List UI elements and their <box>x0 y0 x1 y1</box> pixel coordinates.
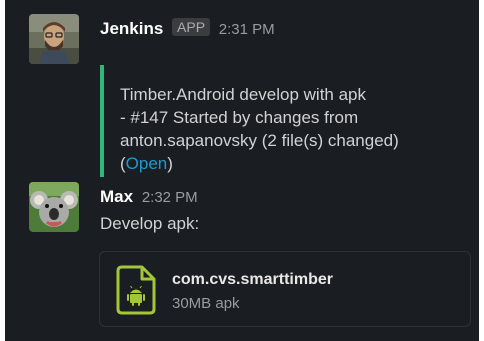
message-header-max: Max 2:32 PM <box>100 186 198 209</box>
message-jenkins: Jenkins APP 2:31 PM Timber.Android devel… <box>29 14 463 177</box>
avatar-jenkins[interactable] <box>29 14 79 64</box>
message-header-jenkins: Jenkins APP 2:31 PM <box>100 18 275 41</box>
paren: ) <box>167 154 173 173</box>
build-attachment: Timber.Android develop with apk - #147 S… <box>100 65 440 177</box>
file-attachment-card[interactable]: com.cvs.smarttimber 30MB apk <box>99 251 471 327</box>
message-text: Develop apk: <box>100 214 200 233</box>
open-link[interactable]: Open <box>126 154 168 173</box>
file-name[interactable]: com.cvs.smarttimber <box>172 270 333 290</box>
author-name[interactable]: Max <box>100 187 133 206</box>
chat-pane: Jenkins APP 2:31 PM Timber.Android devel… <box>0 0 484 341</box>
avatar-max[interactable] <box>29 182 79 232</box>
file-meta: 30MB apk <box>172 295 240 312</box>
koala-avatar-icon <box>29 182 79 232</box>
timestamp[interactable]: 2:31 PM <box>219 21 275 38</box>
attachment-line: anton.sapanovsky (2 file(s) changed) <box>120 131 399 150</box>
timestamp[interactable]: 2:32 PM <box>142 189 198 206</box>
app-badge: APP <box>172 18 211 36</box>
author-name[interactable]: Jenkins <box>100 19 163 38</box>
attachment-line: - #147 Started by changes from <box>120 108 359 127</box>
android-file-icon <box>116 265 156 315</box>
attachment-line: Timber.Android develop with apk <box>120 85 367 104</box>
attachment-link-line: (Open) <box>120 152 440 175</box>
jenkins-avatar-icon <box>29 14 79 64</box>
